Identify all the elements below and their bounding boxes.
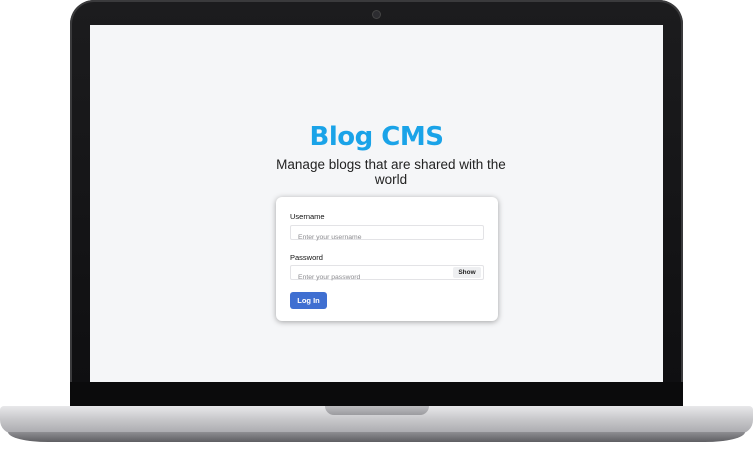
login-card: Username Password Show Log In <box>276 197 498 321</box>
password-field-wrapper: Show <box>290 265 484 284</box>
username-label: Username <box>290 212 325 221</box>
laptop-screen: Blog CMS Manage blogs that are shared wi… <box>90 25 663 382</box>
password-input[interactable] <box>291 271 448 284</box>
laptop-base-edge <box>8 432 745 442</box>
username-field-wrapper <box>290 225 484 244</box>
laptop-opening-notch <box>325 406 429 415</box>
login-button[interactable]: Log In <box>290 292 327 309</box>
username-input[interactable] <box>291 231 448 244</box>
show-password-button[interactable]: Show <box>453 267 481 278</box>
app-logo-title: Blog CMS <box>309 122 444 152</box>
app-tagline: Manage blogs that are shared with the wo… <box>276 157 506 187</box>
webcam-icon <box>373 11 380 18</box>
password-label: Password <box>290 253 323 262</box>
